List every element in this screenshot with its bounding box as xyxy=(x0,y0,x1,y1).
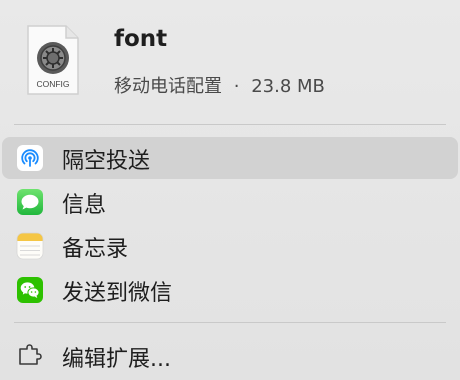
wechat-icon xyxy=(16,276,44,304)
menu-item-wechat[interactable]: 发送到微信 xyxy=(0,269,460,311)
menu-item-airdrop[interactable]: 隔空投送 xyxy=(0,137,460,179)
file-separator: · xyxy=(233,76,240,97)
menu-item-label: 发送到微信 xyxy=(62,281,173,306)
menu-item-label: 备忘录 xyxy=(62,237,129,262)
divider xyxy=(14,322,446,323)
divider xyxy=(14,124,446,125)
messages-icon xyxy=(16,188,44,216)
config-badge-text: CONFIG xyxy=(36,79,69,89)
menu-item-label: 隔空投送 xyxy=(62,149,151,174)
share-menu-panel: CONFIG font 移动电话配置 · 23.8 MB 隔空投送 信息 备忘录… xyxy=(0,0,460,380)
menu-item-label: 信息 xyxy=(62,193,107,218)
airdrop-icon xyxy=(16,144,44,172)
file-details: 移动电话配置 · 23.8 MB xyxy=(114,72,325,98)
file-kind: 移动电话配置 xyxy=(114,76,222,97)
menu-item-label: 编辑扩展... xyxy=(62,347,171,372)
extensions-icon xyxy=(16,342,44,370)
notes-icon xyxy=(16,232,44,260)
config-file-icon: CONFIG xyxy=(26,24,80,96)
menu-item-edit-extensions[interactable]: 编辑扩展... xyxy=(0,335,460,377)
file-name: font xyxy=(114,26,168,52)
menu-item-notes[interactable]: 备忘录 xyxy=(0,225,460,267)
menu-item-messages[interactable]: 信息 xyxy=(0,181,460,223)
file-size: 23.8 MB xyxy=(251,76,325,97)
